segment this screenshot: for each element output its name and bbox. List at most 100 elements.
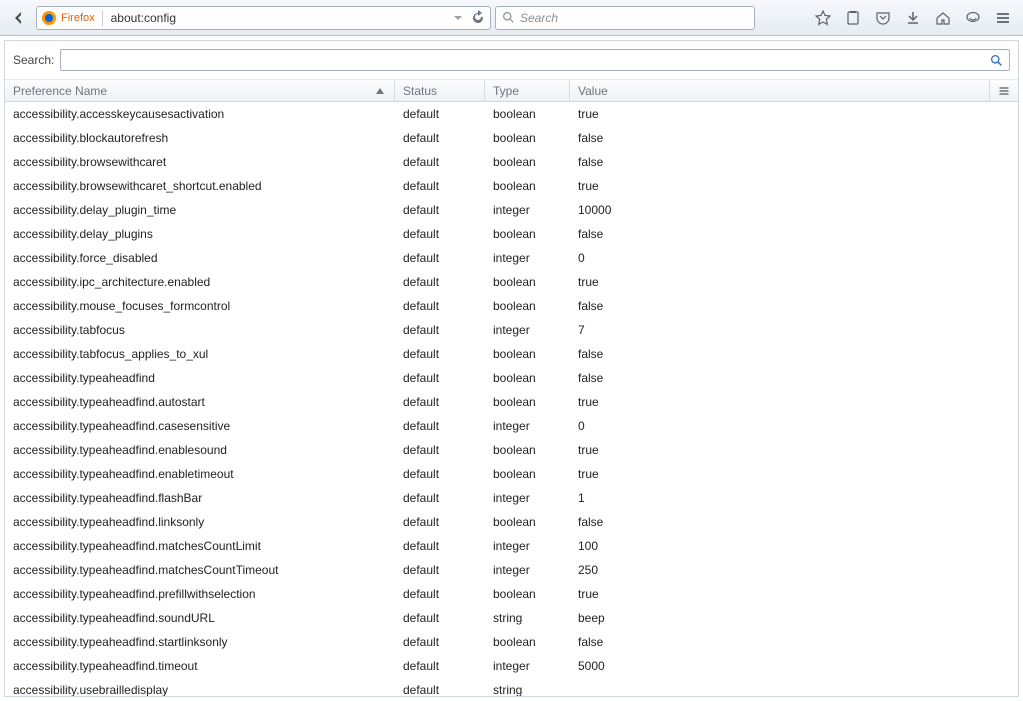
- hello-icon[interactable]: [959, 5, 987, 31]
- pref-type: integer: [485, 563, 570, 577]
- table-row[interactable]: accessibility.ipc_architecture.enabledde…: [5, 270, 1018, 294]
- pref-status: default: [395, 227, 485, 241]
- table-row[interactable]: accessibility.typeaheadfind.matchesCount…: [5, 558, 1018, 582]
- url-bar[interactable]: Firefox about:config: [36, 6, 491, 30]
- pocket-icon[interactable]: [869, 5, 897, 31]
- browser-toolbar: Firefox about:config Search: [0, 0, 1023, 36]
- pref-value: true: [570, 179, 1018, 193]
- pref-name: accessibility.typeaheadfind.soundURL: [5, 611, 395, 625]
- column-headers: Preference Name Status Type Value: [5, 80, 1018, 102]
- table-row[interactable]: accessibility.delay_pluginsdefaultboolea…: [5, 222, 1018, 246]
- pref-value: true: [570, 275, 1018, 289]
- table-row[interactable]: accessibility.accesskeycausesactivationd…: [5, 102, 1018, 126]
- pref-name: accessibility.typeaheadfind.flashBar: [5, 491, 395, 505]
- downloads-icon[interactable]: [899, 5, 927, 31]
- table-row[interactable]: accessibility.force_disableddefaultinteg…: [5, 246, 1018, 270]
- pref-status: default: [395, 299, 485, 313]
- pref-status: default: [395, 683, 485, 696]
- browser-search-bar[interactable]: Search: [495, 6, 755, 30]
- table-row[interactable]: accessibility.typeaheadfind.autostartdef…: [5, 390, 1018, 414]
- pref-name: accessibility.tabfocus: [5, 323, 395, 337]
- pref-value: 5000: [570, 659, 1018, 673]
- pref-type: boolean: [485, 275, 570, 289]
- history-dropdown-icon[interactable]: [450, 10, 466, 26]
- search-icon: [502, 11, 515, 24]
- clipboard-icon[interactable]: [839, 5, 867, 31]
- reload-icon[interactable]: [470, 10, 486, 26]
- pref-type: boolean: [485, 635, 570, 649]
- back-button[interactable]: [6, 5, 32, 31]
- table-row[interactable]: accessibility.typeaheadfind.linksonlydef…: [5, 510, 1018, 534]
- pref-status: default: [395, 467, 485, 481]
- pref-name: accessibility.typeaheadfind.timeout: [5, 659, 395, 673]
- pref-name: accessibility.typeaheadfind.matchesCount…: [5, 563, 395, 577]
- column-picker-icon: [998, 85, 1010, 97]
- search-go-icon[interactable]: [990, 54, 1003, 67]
- back-arrow-icon: [11, 10, 27, 26]
- column-header-value[interactable]: Value: [570, 80, 990, 101]
- pref-name: accessibility.typeaheadfind.prefillwiths…: [5, 587, 395, 601]
- pref-status: default: [395, 659, 485, 673]
- pref-name: accessibility.mouse_focuses_formcontrol: [5, 299, 395, 313]
- pref-type: boolean: [485, 155, 570, 169]
- table-row[interactable]: accessibility.typeaheadfinddefaultboolea…: [5, 366, 1018, 390]
- pref-type: string: [485, 611, 570, 625]
- pref-value: false: [570, 347, 1018, 361]
- table-row[interactable]: accessibility.typeaheadfind.matchesCount…: [5, 534, 1018, 558]
- pref-type: boolean: [485, 227, 570, 241]
- pref-status: default: [395, 395, 485, 409]
- table-row[interactable]: accessibility.typeaheadfind.startlinkson…: [5, 630, 1018, 654]
- pref-name: accessibility.typeaheadfind.casesensitiv…: [5, 419, 395, 433]
- column-header-status[interactable]: Status: [395, 80, 485, 101]
- url-text[interactable]: about:config: [107, 11, 446, 25]
- preferences-table[interactable]: accessibility.accesskeycausesactivationd…: [5, 102, 1018, 696]
- pref-status: default: [395, 275, 485, 289]
- pref-name: accessibility.delay_plugin_time: [5, 203, 395, 217]
- search-input[interactable]: [60, 49, 1010, 71]
- table-row[interactable]: accessibility.typeaheadfind.casesensitiv…: [5, 414, 1018, 438]
- bookmark-star-icon[interactable]: [809, 5, 837, 31]
- table-row[interactable]: accessibility.typeaheadfind.enablesoundd…: [5, 438, 1018, 462]
- table-row[interactable]: accessibility.typeaheadfind.prefillwiths…: [5, 582, 1018, 606]
- column-picker[interactable]: [990, 80, 1018, 101]
- table-row[interactable]: accessibility.usebrailledisplaydefaultst…: [5, 678, 1018, 696]
- pref-name: accessibility.typeaheadfind.linksonly: [5, 515, 395, 529]
- table-row[interactable]: accessibility.tabfocus_applies_to_xuldef…: [5, 342, 1018, 366]
- table-row[interactable]: accessibility.browsewithcaret_shortcut.e…: [5, 174, 1018, 198]
- pref-name: accessibility.typeaheadfind.enablesound: [5, 443, 395, 457]
- table-row[interactable]: accessibility.typeaheadfind.soundURLdefa…: [5, 606, 1018, 630]
- table-row[interactable]: accessibility.typeaheadfind.flashBardefa…: [5, 486, 1018, 510]
- pref-name: accessibility.ipc_architecture.enabled: [5, 275, 395, 289]
- pref-status: default: [395, 443, 485, 457]
- table-row[interactable]: accessibility.delay_plugin_timedefaultin…: [5, 198, 1018, 222]
- pref-name: accessibility.typeaheadfind: [5, 371, 395, 385]
- pref-name: accessibility.browsewithcaret: [5, 155, 395, 169]
- pref-type: integer: [485, 323, 570, 337]
- table-row[interactable]: accessibility.tabfocusdefaultinteger7: [5, 318, 1018, 342]
- search-row: Search:: [5, 41, 1018, 80]
- pref-type: boolean: [485, 179, 570, 193]
- pref-value: 0: [570, 419, 1018, 433]
- table-row[interactable]: accessibility.blockautorefreshdefaultboo…: [5, 126, 1018, 150]
- pref-status: default: [395, 419, 485, 433]
- menu-icon[interactable]: [989, 5, 1017, 31]
- pref-status: default: [395, 323, 485, 337]
- table-row[interactable]: accessibility.mouse_focuses_formcontrold…: [5, 294, 1018, 318]
- pref-status: default: [395, 539, 485, 553]
- pref-type: integer: [485, 491, 570, 505]
- firefox-icon: [41, 10, 57, 26]
- table-row[interactable]: accessibility.typeaheadfind.timeoutdefau…: [5, 654, 1018, 678]
- pref-value: false: [570, 155, 1018, 169]
- column-header-status-label: Status: [403, 84, 437, 98]
- pref-type: integer: [485, 659, 570, 673]
- pref-name: accessibility.typeaheadfind.startlinkson…: [5, 635, 395, 649]
- pref-value: 0: [570, 251, 1018, 265]
- column-header-name[interactable]: Preference Name: [5, 80, 395, 101]
- search-placeholder: Search: [520, 11, 558, 25]
- home-icon[interactable]: [929, 5, 957, 31]
- table-row[interactable]: accessibility.typeaheadfind.enabletimeou…: [5, 462, 1018, 486]
- pref-type: integer: [485, 203, 570, 217]
- table-row[interactable]: accessibility.browsewithcaretdefaultbool…: [5, 150, 1018, 174]
- pref-name: accessibility.browsewithcaret_shortcut.e…: [5, 179, 395, 193]
- column-header-type[interactable]: Type: [485, 80, 570, 101]
